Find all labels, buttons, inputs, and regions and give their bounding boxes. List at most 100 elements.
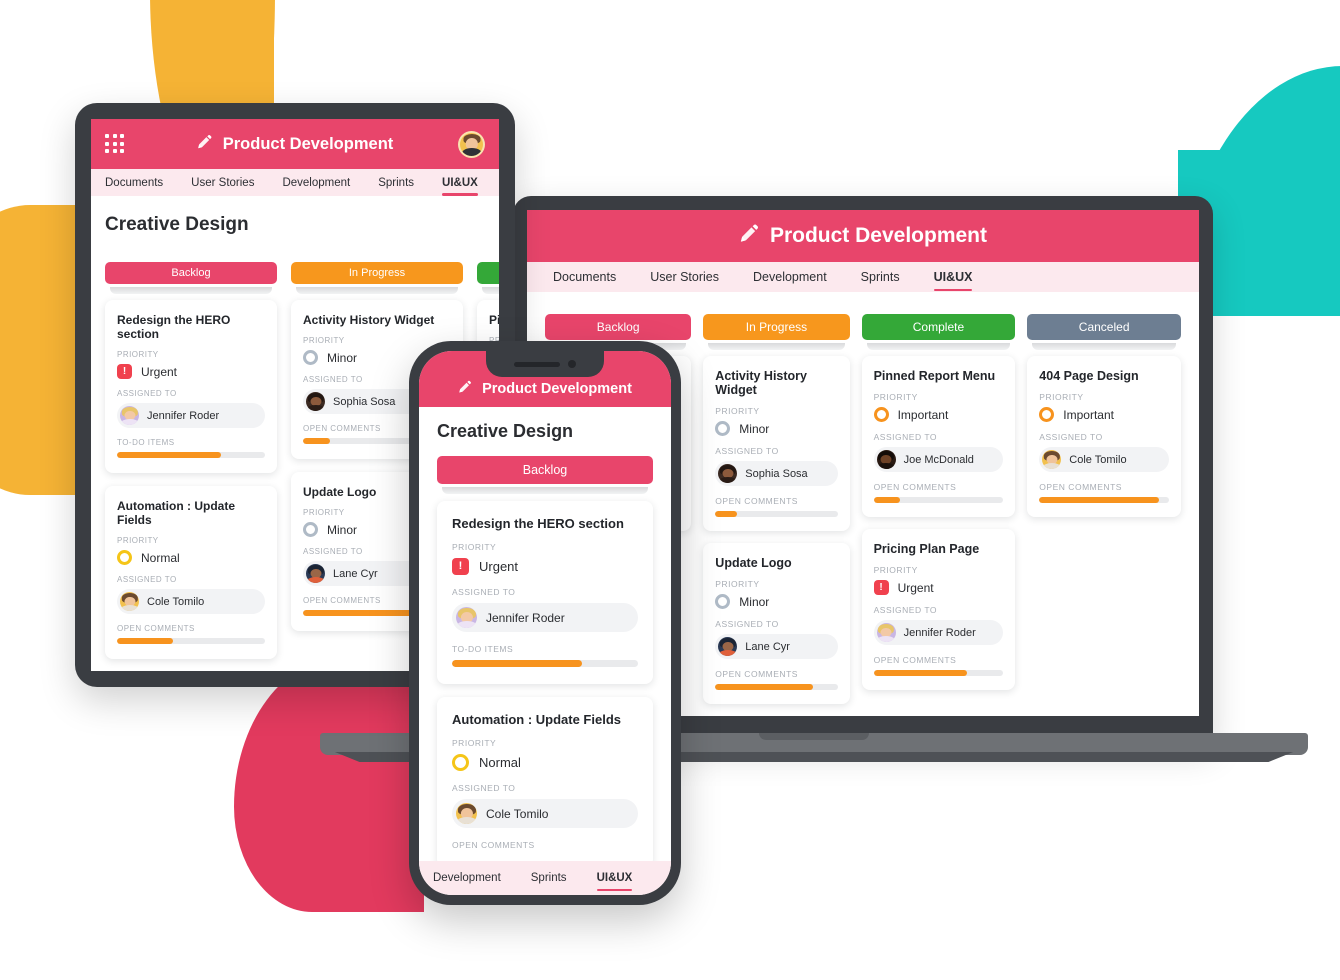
priority-value: Minor bbox=[327, 350, 358, 365]
assignee-chip[interactable]: Jennifer Roder bbox=[117, 403, 265, 428]
assignee-chip[interactable]: Sophia Sosa bbox=[715, 461, 838, 486]
priority-row: Important bbox=[1039, 407, 1169, 422]
progress-track bbox=[715, 511, 838, 517]
column-header-progress[interactable]: In Progress bbox=[291, 262, 463, 284]
card-automation[interactable]: Automation : Update Fields PRIORITY Norm… bbox=[437, 697, 653, 867]
assignee-chip[interactable]: Jennifer Roder bbox=[452, 603, 638, 632]
assignee-chip[interactable]: Cole Tomilo bbox=[117, 589, 265, 614]
priority-value: Minor bbox=[739, 421, 770, 436]
avatar bbox=[306, 564, 325, 583]
avatar bbox=[456, 607, 477, 628]
progress-fill bbox=[873, 670, 967, 676]
label-progress: OPEN COMMENTS bbox=[715, 669, 798, 679]
priority-value: Minor bbox=[739, 594, 770, 609]
column-header-canceled[interactable]: Canceled bbox=[1027, 314, 1181, 340]
tab-sprints[interactable]: Sprints bbox=[861, 270, 900, 284]
laptop-column-progress: In Progress Activity History Widget PRIO… bbox=[703, 314, 850, 704]
laptop-tabbar: Documents User Stories Development Sprin… bbox=[527, 262, 1199, 292]
assignee-name: Sophia Sosa bbox=[745, 467, 808, 480]
progress-fill bbox=[715, 684, 814, 690]
minor-ring-icon bbox=[715, 594, 731, 609]
tablet-title-text: Product Development bbox=[222, 134, 394, 153]
priority-value: Normal bbox=[479, 755, 521, 770]
column-header-complete[interactable]: Complete bbox=[861, 314, 1016, 340]
tablet-app-title: Product Development bbox=[197, 133, 394, 155]
priority-value: Important bbox=[897, 407, 949, 422]
column-header-progress[interactable]: In Progress bbox=[703, 314, 850, 340]
priority-row: ! Urgent bbox=[117, 364, 265, 379]
assignee-name: Jennifer Roder bbox=[486, 610, 565, 625]
pencil-icon bbox=[739, 222, 761, 250]
tab-user-stories[interactable]: User Stories bbox=[650, 270, 719, 284]
card-automation[interactable]: Automation : Update Fields PRIORITY Norm… bbox=[105, 486, 277, 659]
avatar bbox=[306, 392, 325, 411]
user-avatar[interactable] bbox=[458, 130, 485, 158]
column-header-complete[interactable]: Complete bbox=[477, 262, 499, 284]
label-progress: OPEN COMMENTS bbox=[117, 624, 195, 633]
avatar bbox=[876, 450, 896, 469]
important-ring-icon bbox=[1039, 407, 1055, 422]
tab-sprints[interactable]: Sprints bbox=[378, 177, 414, 189]
avatar bbox=[120, 592, 139, 611]
assignee-chip[interactable]: Lane Cyr bbox=[715, 634, 838, 659]
label-priority: PRIORITY bbox=[715, 579, 760, 589]
label-progress: OPEN COMMENTS bbox=[1039, 482, 1122, 492]
label-progress: TO-DO ITEMS bbox=[452, 644, 514, 654]
card-pricing-plan[interactable]: Pricing Plan Page PRIORITY ! Urgent ASSI… bbox=[861, 529, 1016, 690]
label-priority: PRIORITY bbox=[117, 536, 159, 545]
apps-grid-icon[interactable] bbox=[105, 134, 125, 154]
board-title: Creative Design bbox=[105, 214, 249, 235]
card-pinned-report[interactable]: Pinned Report Menu PRIORITY Important AS… bbox=[861, 356, 1016, 517]
assignee-chip[interactable]: Joe McDonald bbox=[873, 447, 1004, 472]
label-assigned-to: ASSIGNED TO bbox=[117, 575, 177, 584]
assignee-chip[interactable]: Jennifer Roder bbox=[873, 620, 1004, 645]
tab-ui-ux[interactable]: UI&UX bbox=[442, 177, 478, 196]
tab-sprints[interactable]: Sprints bbox=[531, 872, 567, 884]
column-header-backlog[interactable]: Backlog bbox=[105, 262, 277, 284]
card-activity[interactable]: Activity History Widget PRIORITY Minor A… bbox=[703, 356, 850, 531]
phone-camera bbox=[568, 360, 576, 368]
column-shadow bbox=[708, 343, 845, 350]
normal-ring-icon bbox=[117, 550, 132, 565]
column-header-backlog[interactable]: Backlog bbox=[545, 314, 692, 340]
assignee-name: Cole Tomilo bbox=[1069, 453, 1127, 466]
avatar bbox=[456, 803, 477, 824]
card-hero[interactable]: Redesign the HERO section PRIORITY ! Urg… bbox=[105, 300, 277, 473]
priority-row: ! Urgent bbox=[452, 558, 638, 575]
label-assigned-to: ASSIGNED TO bbox=[117, 389, 177, 398]
card-404-page[interactable]: 404 Page Design PRIORITY Important ASSIG… bbox=[1027, 356, 1181, 517]
tab-documents[interactable]: Documents bbox=[553, 270, 616, 284]
progress-fill bbox=[117, 638, 174, 644]
priority-row: Normal bbox=[117, 550, 265, 565]
tab-ui-ux[interactable]: UI&UX bbox=[596, 872, 632, 891]
label-priority: PRIORITY bbox=[452, 738, 497, 748]
card-title: Redesign the HERO section bbox=[452, 516, 624, 531]
assignee-name: Cole Tomilo bbox=[486, 806, 549, 821]
assignee-chip[interactable]: Cole Tomilo bbox=[452, 799, 638, 828]
urgent-icon: ! bbox=[873, 580, 889, 595]
card-update-logo[interactable]: Update Logo PRIORITY Minor ASSIGNED TO L… bbox=[703, 543, 850, 704]
progress-fill bbox=[303, 610, 422, 616]
card-title: Update Logo bbox=[715, 556, 792, 570]
minor-ring-icon bbox=[303, 522, 318, 537]
column-header-backlog[interactable]: Backlog bbox=[437, 456, 653, 484]
tab-development[interactable]: Development bbox=[282, 177, 350, 189]
assignee-name: Lane Cyr bbox=[745, 640, 790, 653]
label-assigned-to: ASSIGNED TO bbox=[873, 605, 937, 615]
pencil-icon bbox=[458, 379, 473, 398]
priority-value: Urgent bbox=[141, 364, 178, 379]
tab-user-stories[interactable]: User Stories bbox=[191, 177, 254, 189]
tab-development[interactable]: Development bbox=[433, 872, 501, 884]
priority-value: Important bbox=[1063, 407, 1114, 422]
assignee-name: Cole Tomilo bbox=[147, 595, 205, 608]
assignee-chip[interactable]: Cole Tomilo bbox=[1039, 447, 1169, 472]
tab-ui-ux[interactable]: UI&UX bbox=[933, 270, 972, 291]
tab-development[interactable]: Development bbox=[753, 270, 827, 284]
phone-column-area: Backlog Redesign the HERO section PRIORI… bbox=[419, 442, 671, 867]
tab-documents[interactable]: Documents bbox=[105, 177, 163, 189]
pencil-icon bbox=[197, 133, 214, 155]
card-hero[interactable]: Redesign the HERO section PRIORITY ! Urg… bbox=[437, 501, 653, 684]
minor-ring-icon bbox=[303, 350, 318, 365]
important-ring-icon bbox=[873, 407, 889, 422]
phone-app-title: Product Development bbox=[458, 379, 632, 398]
